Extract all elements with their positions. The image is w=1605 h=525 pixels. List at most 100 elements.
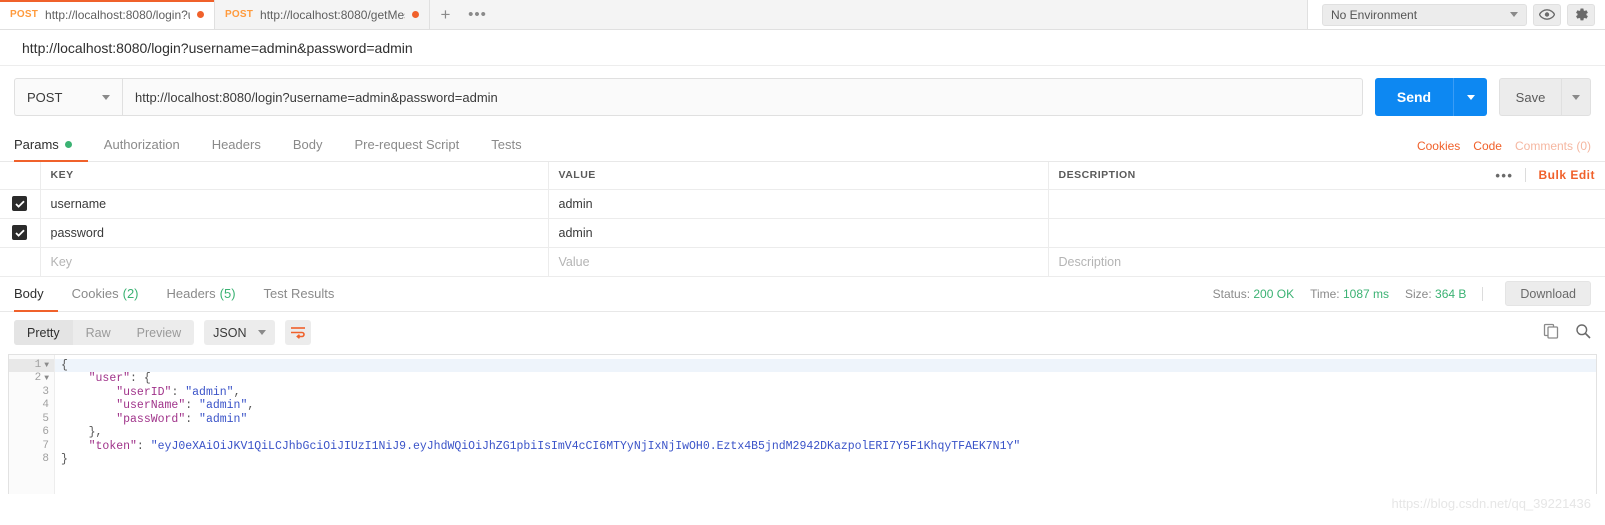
code-line: } <box>55 453 1596 467</box>
code-token: "admin" <box>199 412 248 426</box>
tab-headers[interactable]: Headers <box>196 127 277 161</box>
gear-icon <box>1575 8 1588 21</box>
url-bar: POST http://localhost:8080/login?usernam… <box>0 66 1605 128</box>
cookies-link[interactable]: Cookies <box>1417 139 1460 153</box>
tab-body[interactable]: Body <box>277 127 339 161</box>
row-key[interactable]: username <box>39 189 549 219</box>
view-raw-button[interactable]: Raw <box>73 320 124 345</box>
request-tab-0[interactable]: POST http://localhost:8080/login?user <box>0 0 215 29</box>
request-tabs-actions: Cookies Code Comments (0) <box>1417 139 1591 161</box>
row-checkbox[interactable] <box>12 196 28 211</box>
save-options-button[interactable] <box>1561 78 1591 116</box>
request-tab-1[interactable]: POST http://localhost:8080/getMessa <box>215 0 430 29</box>
row-description[interactable] <box>1047 218 1605 248</box>
response-tab-body[interactable]: Body <box>14 276 58 312</box>
row-value[interactable]: admin <box>547 218 1049 248</box>
url-input[interactable]: http://localhost:8080/login?username=adm… <box>122 78 1363 116</box>
send-group: Send <box>1375 78 1487 116</box>
view-pretty-button[interactable]: Pretty <box>14 320 73 345</box>
line-number: 3 <box>42 385 49 398</box>
code-line: }, <box>55 426 1596 440</box>
tab-url-label: http://localhost:8080/login?user <box>45 7 190 22</box>
body-format-select[interactable]: JSON <box>204 320 276 345</box>
table-row-empty: Key Value Description <box>0 247 1605 277</box>
fold-toggle-icon[interactable]: ▼ <box>44 359 49 373</box>
chevron-down-icon <box>1572 94 1580 100</box>
code-content[interactable]: { "user": { "userID": "admin", "userName… <box>55 355 1596 494</box>
code-token: : { <box>130 372 151 385</box>
row-key[interactable]: password <box>39 218 549 248</box>
chevron-down-icon <box>1510 12 1518 17</box>
tab-label: Params <box>14 136 59 152</box>
size-label: Size: <box>1405 286 1432 301</box>
code-token: "userID" <box>116 385 172 399</box>
word-wrap-button[interactable] <box>285 320 312 345</box>
postman-window: POST http://localhost:8080/login?user PO… <box>0 0 1605 525</box>
tab-method-label: POST <box>225 9 254 20</box>
row-value[interactable]: admin <box>547 189 1049 219</box>
code-token: , <box>247 399 255 412</box>
send-button[interactable]: Send <box>1375 78 1453 116</box>
status-value: 200 OK <box>1253 286 1295 301</box>
code-token: "passWord" <box>116 412 186 426</box>
status-label: Status: <box>1212 286 1251 301</box>
new-value-input[interactable]: Value <box>547 247 1049 277</box>
environment-select[interactable]: No Environment <box>1322 3 1527 26</box>
response-tab-cookies[interactable]: Cookies (2) <box>58 276 153 311</box>
tab-label: Headers <box>211 136 261 152</box>
params-more-button[interactable]: ••• <box>1495 168 1513 183</box>
code-token: { <box>61 358 68 372</box>
body-view-controls: Pretty Raw Preview JSON <box>14 320 312 345</box>
time-value: 1087 ms <box>1342 286 1390 301</box>
chevron-down-icon <box>1466 94 1475 100</box>
code-token: "admin" <box>185 385 234 399</box>
line-number: 5 <box>42 412 49 425</box>
row-description[interactable] <box>1047 189 1605 219</box>
http-method-select[interactable]: POST <box>14 78 122 116</box>
tabbar-spacer <box>494 0 1307 29</box>
search-button[interactable] <box>1575 323 1591 342</box>
comments-link[interactable]: Comments (0) <box>1515 139 1591 153</box>
new-key-input[interactable]: Key <box>39 247 549 277</box>
save-button[interactable]: Save <box>1499 78 1561 116</box>
time-label: Time: <box>1310 286 1340 301</box>
copy-button[interactable] <box>1543 323 1559 342</box>
code-token: "token" <box>88 439 137 453</box>
tab-pre-request-script[interactable]: Pre-request Script <box>338 127 475 161</box>
code-token: "userName" <box>116 399 186 412</box>
tab-tests[interactable]: Tests <box>475 127 537 161</box>
fold-toggle-icon[interactable]: ▼ <box>44 372 49 386</box>
check-icon <box>15 229 25 237</box>
settings-button[interactable] <box>1567 3 1595 26</box>
tab-label: Pre-request Script <box>354 136 460 152</box>
response-body-viewer[interactable]: 1 ▼ 2 ▼ 3 4 5 6 7 8 { "user": { "userID": "admin"… <box>8 353 1597 494</box>
new-description-input[interactable]: Description <box>1047 247 1605 277</box>
send-options-button[interactable] <box>1453 78 1487 116</box>
code-line: "token": "eyJ0eXAiOiJKV1QiLCJhbGciOiJIUz… <box>55 440 1596 454</box>
code-token: : <box>171 385 186 399</box>
tab-authorization[interactable]: Authorization <box>88 127 196 161</box>
environment-quick-look-button[interactable] <box>1533 3 1561 26</box>
code-token: "eyJ0eXAiOiJKV1QiLCJhbGciOiJIUzI1NiJ9.ey… <box>150 439 1021 453</box>
code-link[interactable]: Code <box>1473 139 1502 153</box>
code-line: "userID": "admin", <box>55 386 1596 400</box>
bulk-edit-button[interactable]: Bulk Edit <box>1538 168 1595 182</box>
response-tab-test-results[interactable]: Test Results <box>250 276 349 311</box>
search-icon <box>1576 324 1591 339</box>
new-tab-button[interactable]: + <box>430 0 462 29</box>
header-value: VALUE <box>547 162 1049 190</box>
tab-options-button[interactable]: ••• <box>462 0 494 29</box>
row-checkbox[interactable] <box>12 225 28 240</box>
tab-params[interactable]: Params <box>14 127 88 162</box>
response-tab-headers[interactable]: Headers (5) <box>153 276 250 311</box>
code-token: : <box>136 439 151 453</box>
line-number: 6 <box>42 426 49 438</box>
body-actions <box>1543 323 1591 342</box>
code-token: "admin" <box>199 399 248 412</box>
view-preview-button[interactable]: Preview <box>124 320 194 345</box>
header-description-cell: DESCRIPTION ••• Bulk Edit <box>1047 162 1605 190</box>
download-button[interactable]: Download <box>1505 281 1591 306</box>
tab-label: Headers <box>166 286 216 301</box>
